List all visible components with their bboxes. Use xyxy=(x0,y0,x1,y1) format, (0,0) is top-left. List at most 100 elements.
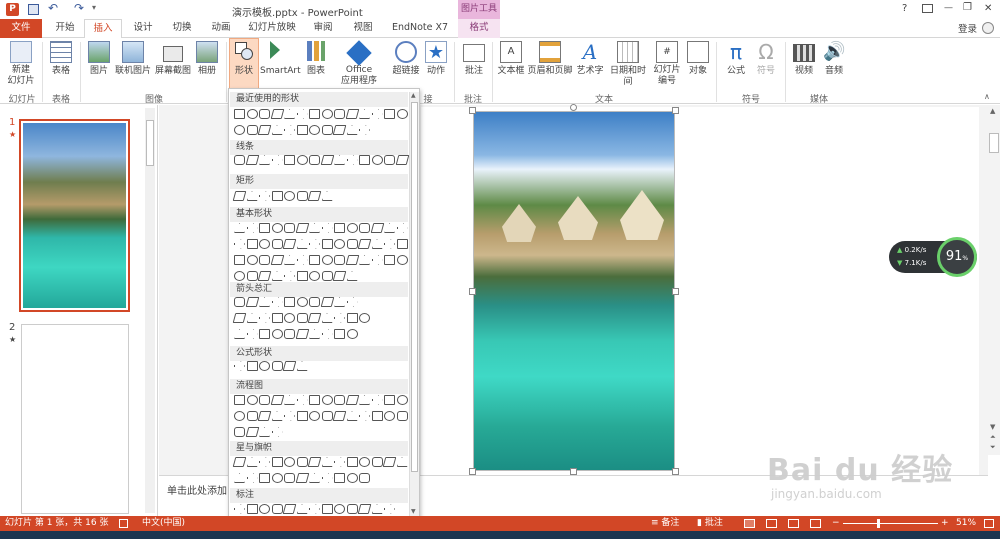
shape-option[interactable] xyxy=(234,271,245,281)
shape-option[interactable] xyxy=(334,457,345,467)
shape-option[interactable] xyxy=(371,411,383,421)
selection-handle[interactable] xyxy=(469,288,476,295)
selection-handle[interactable] xyxy=(570,468,577,475)
shape-option[interactable] xyxy=(246,313,258,323)
selection-handle[interactable] xyxy=(469,107,476,114)
shape-option[interactable] xyxy=(321,457,333,467)
shape-option[interactable] xyxy=(359,473,370,483)
shape-option[interactable] xyxy=(245,297,259,307)
shape-option[interactable] xyxy=(334,223,345,233)
shape-option[interactable] xyxy=(309,411,320,421)
shape-option[interactable] xyxy=(371,109,383,119)
language-status[interactable]: 中文(中国) xyxy=(142,516,185,531)
shape-option[interactable] xyxy=(271,297,283,307)
shape-option[interactable] xyxy=(234,427,245,437)
shape-option[interactable] xyxy=(282,239,297,249)
shape-option[interactable] xyxy=(296,457,308,467)
shape-option[interactable] xyxy=(246,361,258,371)
shape-option[interactable] xyxy=(245,427,259,437)
shape-option[interactable] xyxy=(346,297,358,307)
shape-option[interactable] xyxy=(346,457,358,467)
shape-option[interactable] xyxy=(384,239,395,249)
slide-thumbnail-1[interactable] xyxy=(19,119,130,312)
rotation-handle[interactable] xyxy=(570,104,577,111)
shape-option[interactable] xyxy=(346,473,358,483)
scrollbar-thumb[interactable] xyxy=(989,133,999,153)
shape-option[interactable] xyxy=(271,329,283,339)
shape-option[interactable] xyxy=(307,313,322,323)
tab-format[interactable]: 格式 xyxy=(458,19,500,38)
shape-option[interactable] xyxy=(371,395,383,405)
shape-option[interactable] xyxy=(284,109,295,119)
collapse-ribbon-icon[interactable]: ∧ xyxy=(984,92,990,101)
shape-option[interactable] xyxy=(296,271,308,281)
shape-option[interactable] xyxy=(296,109,308,119)
shape-option[interactable] xyxy=(234,255,245,265)
shape-option[interactable] xyxy=(332,271,347,281)
shape-option[interactable] xyxy=(284,411,295,421)
shape-option[interactable] xyxy=(234,473,245,483)
selection-handle[interactable] xyxy=(672,107,679,114)
shape-option[interactable] xyxy=(296,411,308,421)
tab-endnote[interactable]: EndNote X7 xyxy=(388,19,452,38)
shape-option[interactable] xyxy=(296,313,308,323)
shape-option[interactable] xyxy=(259,457,270,467)
shape-option[interactable] xyxy=(396,395,408,405)
shape-option[interactable] xyxy=(246,125,258,135)
selected-picture[interactable] xyxy=(473,111,675,471)
shape-option[interactable] xyxy=(296,155,308,165)
shape-option[interactable] xyxy=(271,411,283,421)
shape-option[interactable] xyxy=(259,313,270,323)
shape-option[interactable] xyxy=(334,504,345,514)
shape-option[interactable] xyxy=(396,457,408,467)
shape-option[interactable] xyxy=(296,255,308,265)
shape-option[interactable] xyxy=(332,125,347,135)
shape-option[interactable] xyxy=(321,125,333,135)
shape-option[interactable] xyxy=(384,395,395,405)
shape-option[interactable] xyxy=(232,313,247,323)
reading-view-icon[interactable] xyxy=(788,519,799,528)
shape-option[interactable] xyxy=(284,191,295,201)
shape-option[interactable] xyxy=(271,313,283,323)
scrollbar-up-icon[interactable]: ▲ xyxy=(990,107,995,115)
slideshow-view-icon[interactable] xyxy=(810,519,821,528)
shape-option[interactable] xyxy=(346,239,358,249)
tab-insert[interactable]: 插入 xyxy=(84,19,122,39)
shape-option[interactable] xyxy=(357,239,372,249)
shape-option[interactable] xyxy=(284,473,295,483)
shape-option[interactable] xyxy=(309,504,320,514)
shape-option[interactable] xyxy=(309,223,320,233)
shape-option[interactable] xyxy=(259,297,270,307)
shape-option[interactable] xyxy=(346,504,358,514)
shape-option[interactable] xyxy=(309,297,320,307)
shape-option[interactable] xyxy=(396,239,408,249)
selection-handle[interactable] xyxy=(469,468,476,475)
shape-option[interactable] xyxy=(309,271,320,281)
shape-option[interactable] xyxy=(245,155,259,165)
comments-toggle[interactable]: ▮ 批注 xyxy=(697,516,723,531)
shape-option[interactable] xyxy=(384,411,395,421)
shape-option[interactable] xyxy=(359,457,370,467)
shape-option[interactable] xyxy=(359,155,370,165)
shape-option[interactable] xyxy=(346,271,358,281)
qat-customize-icon[interactable]: ▾ xyxy=(92,3,96,12)
notes-toggle[interactable]: ≡ 备注 xyxy=(651,516,679,531)
shape-option[interactable] xyxy=(257,411,272,421)
shape-option[interactable] xyxy=(359,395,370,405)
shape-option[interactable] xyxy=(346,125,358,135)
shape-option[interactable] xyxy=(346,411,358,421)
zoom-slider[interactable] xyxy=(843,519,938,528)
shape-option[interactable] xyxy=(259,395,270,405)
shape-option[interactable] xyxy=(384,109,395,119)
shape-option[interactable] xyxy=(270,255,284,265)
shape-option[interactable] xyxy=(246,191,258,201)
restore-button[interactable]: ❐ xyxy=(963,2,972,13)
shape-option[interactable] xyxy=(257,271,272,281)
shape-option[interactable] xyxy=(234,297,245,307)
shape-option[interactable] xyxy=(307,191,322,201)
network-speed-widget[interactable]: ▲ 0.2K/s ▼ 7.1K/s 91% xyxy=(889,237,977,277)
shape-option[interactable] xyxy=(370,223,384,233)
shape-option[interactable] xyxy=(246,395,258,405)
zoom-slider-thumb[interactable] xyxy=(877,519,880,528)
tab-review[interactable]: 审阅 xyxy=(305,19,341,38)
